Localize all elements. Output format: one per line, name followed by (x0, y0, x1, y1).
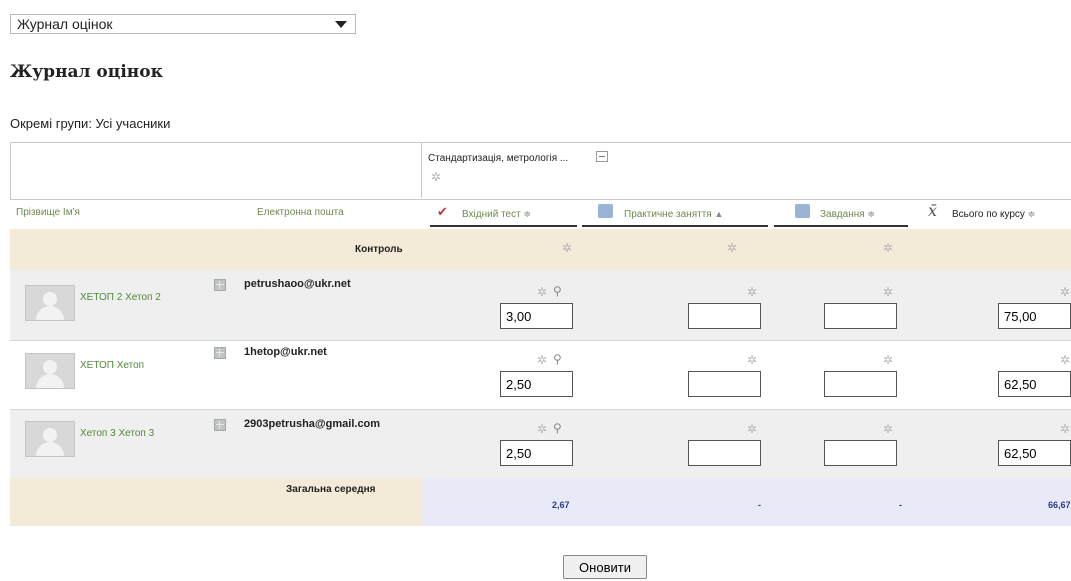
refresh-button[interactable]: Оновити (563, 555, 647, 579)
gear-icon[interactable]: ✲ (747, 423, 757, 435)
sort-icon: ≑ (1027, 209, 1036, 219)
student-name-link[interactable]: Хетоп 3 Хетоп 3 (80, 428, 154, 439)
student-name-link[interactable]: ХЕТОП 2 Хетоп 2 (80, 292, 161, 303)
gear-icon[interactable]: ✲ (1060, 286, 1070, 298)
column-item-2-header[interactable]: Практичне заняття ▲ (624, 209, 723, 220)
grade-input[interactable] (500, 303, 573, 329)
grade-input[interactable] (500, 371, 573, 397)
column-underline (774, 225, 908, 227)
grade-input[interactable] (688, 371, 761, 397)
averages-row-values (421, 478, 1071, 526)
category-gear-icon[interactable]: ✲ (431, 171, 441, 183)
page-title: Журнал оцінок (10, 62, 163, 82)
search-icon[interactable]: ⚲ (553, 285, 562, 297)
control-row (10, 229, 1071, 270)
column-underline (430, 225, 577, 227)
chevron-down-icon (335, 21, 347, 28)
average-value: 2,67 (552, 500, 570, 510)
avatar (25, 353, 75, 389)
average-value: - (758, 500, 761, 510)
control-gear-icon[interactable]: ✲ (727, 242, 737, 254)
gear-icon[interactable]: ✲ (883, 354, 893, 366)
grid-icon[interactable] (214, 347, 226, 359)
student-email: 1hetop@ukr.net (244, 346, 327, 358)
groups-label: Окремі групи: Усі учасники (10, 116, 171, 131)
grade-input[interactable] (688, 440, 761, 466)
gear-icon[interactable]: ✲ (1060, 354, 1070, 366)
report-select[interactable]: Журнал оцінок (10, 14, 356, 34)
grade-input[interactable] (824, 303, 897, 329)
avatar (25, 421, 75, 457)
sort-icon: ▲ (714, 209, 724, 219)
average-value: - (899, 500, 902, 510)
header-divider (421, 143, 422, 198)
gear-icon[interactable]: ✲ (537, 423, 547, 435)
grade-input[interactable] (998, 440, 1071, 466)
column-item-3-header[interactable]: Завдання ≑ (820, 209, 875, 220)
search-icon[interactable]: ⚲ (553, 353, 562, 365)
assignment-icon (598, 204, 613, 218)
control-row-label: Контроль (355, 244, 403, 255)
student-email: petrushaoo@ukr.net (244, 278, 351, 290)
gear-icon[interactable]: ✲ (537, 354, 547, 366)
column-item-1-header[interactable]: Вхідний тест ≑ (462, 209, 531, 220)
gear-icon[interactable]: ✲ (747, 286, 757, 298)
averages-label: Загальна середня (286, 484, 376, 495)
student-email: 2903petrusha@gmail.com (244, 418, 381, 430)
grid-icon[interactable] (214, 419, 226, 431)
quiz-icon: ✔ (437, 204, 448, 219)
column-underline (582, 225, 768, 227)
gear-icon[interactable]: ✲ (883, 423, 893, 435)
report-select-value: Журнал оцінок (17, 16, 113, 32)
collapse-icon[interactable] (596, 151, 608, 162)
gear-icon[interactable]: ✲ (883, 286, 893, 298)
grade-input[interactable] (500, 440, 573, 466)
average-value: 66,67 (1048, 500, 1071, 510)
grade-input[interactable] (998, 371, 1071, 397)
column-total-header[interactable]: Всього по курсу ≑ (952, 209, 1035, 220)
assignment-icon (795, 204, 810, 218)
control-gear-icon[interactable]: ✲ (562, 242, 572, 254)
grade-input[interactable] (688, 303, 761, 329)
search-icon[interactable]: ⚲ (553, 422, 562, 434)
control-gear-icon[interactable]: ✲ (883, 242, 893, 254)
mean-icon: x̄ (928, 201, 938, 220)
column-email-header[interactable]: Електронна пошта (257, 207, 344, 218)
grade-input[interactable] (824, 371, 897, 397)
column-name-header[interactable]: Прізвище Ім'я (16, 207, 80, 218)
category-title: Стандартизація, метрологія ... (428, 153, 569, 164)
gear-icon[interactable]: ✲ (537, 286, 547, 298)
student-name-link[interactable]: ХЕТОП Хетоп (80, 360, 144, 371)
gear-icon[interactable]: ✲ (1060, 423, 1070, 435)
grade-input[interactable] (998, 303, 1071, 329)
grade-input[interactable] (824, 440, 897, 466)
sort-icon: ≑ (867, 209, 875, 219)
grader-header (10, 142, 1071, 200)
avatar (25, 285, 75, 321)
sort-icon: ≑ (523, 209, 532, 219)
gear-icon[interactable]: ✲ (747, 354, 757, 366)
grid-icon[interactable] (214, 279, 226, 291)
